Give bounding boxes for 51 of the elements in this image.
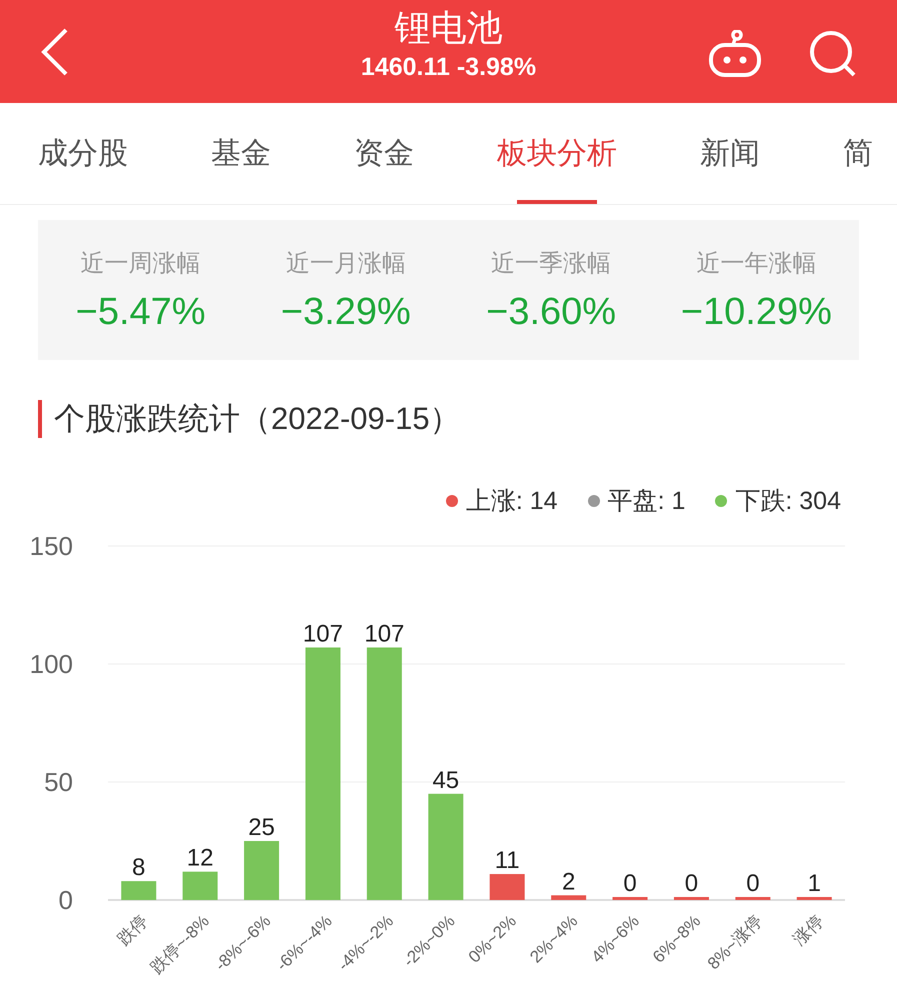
bar	[796, 897, 832, 900]
bar-value-label: 0	[623, 870, 637, 897]
legend-label: 平盘: 1	[608, 486, 686, 516]
robot-icon[interactable]	[708, 30, 762, 78]
bar	[551, 895, 586, 900]
bar-value-label: 25	[248, 814, 275, 841]
axis-tick-label: 50	[44, 767, 73, 797]
stat-label: 近一年涨幅	[696, 249, 816, 279]
section-title: 个股涨跌统计（2022-09-15）	[54, 400, 461, 438]
category-label: 涨停	[790, 911, 828, 949]
bar	[735, 897, 770, 900]
stat-label: 近一季涨幅	[491, 249, 612, 279]
bar	[674, 897, 709, 900]
axis-tick-label: 100	[30, 649, 73, 679]
axis-tick-label: 0	[58, 885, 73, 915]
bar-value-label: 107	[302, 620, 343, 648]
tab[interactable]: 成分股	[38, 103, 128, 204]
bar	[490, 874, 525, 900]
bar-value-label: 12	[186, 844, 214, 872]
tab[interactable]: 资金	[354, 103, 414, 204]
tab[interactable]: 板块分析	[497, 103, 617, 204]
stat-label: 近一周涨幅	[80, 249, 201, 279]
bar-value-label: 8	[132, 854, 146, 882]
category-label: 跌停	[114, 911, 152, 949]
stat-value: −3.29%	[280, 290, 411, 334]
bar-value-label: 11	[494, 847, 520, 874]
bar-value-label: 45	[432, 766, 460, 794]
stat-value: −3.60%	[486, 290, 616, 334]
header-title: 锂电池	[394, 6, 502, 50]
bar	[244, 841, 280, 900]
back-icon[interactable]	[40, 28, 70, 76]
axis-tick-label: 150	[30, 531, 73, 561]
bar-value-label: 1	[808, 870, 821, 897]
legend-label: 上涨: 14	[466, 486, 558, 516]
stat-value: −10.29%	[680, 290, 832, 334]
bar	[121, 881, 156, 900]
search-icon[interactable]	[808, 30, 858, 78]
bar-value-label: 107	[364, 620, 404, 648]
bar-value-label: 0	[746, 870, 760, 897]
bar	[182, 872, 218, 900]
tab[interactable]: 基金	[211, 103, 271, 204]
bar	[612, 897, 648, 900]
header-subtitle: 1460.11 -3.98%	[360, 52, 536, 82]
bar-value-label: 0	[684, 870, 698, 897]
legend-label: 下跌: 304	[735, 486, 841, 516]
bar-value-label: 2	[562, 868, 576, 896]
stat-label: 近一月涨幅	[286, 249, 406, 279]
tab[interactable]: 简	[843, 103, 873, 204]
tab[interactable]: 新闻	[700, 103, 760, 204]
section-marker	[38, 400, 42, 438]
stat-value: −5.47%	[76, 290, 206, 334]
